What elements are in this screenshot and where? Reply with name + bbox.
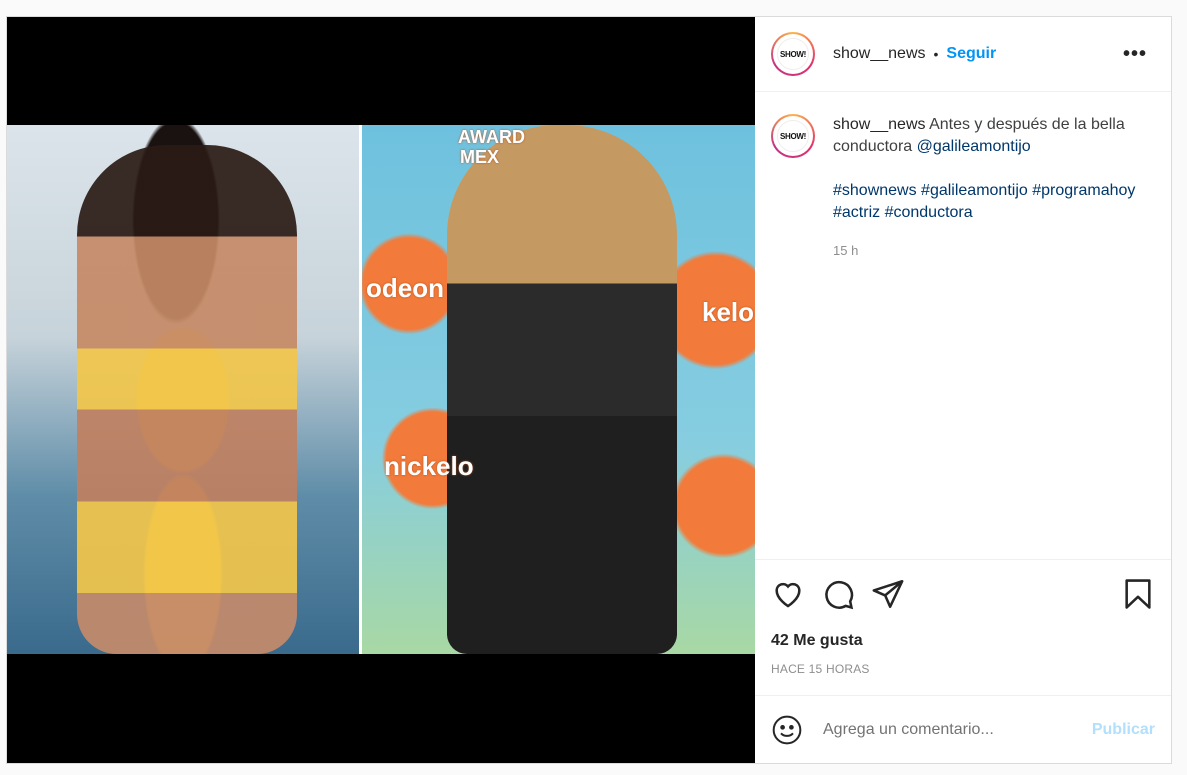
caption-mention[interactable]: @galileamontijo (917, 138, 1031, 155)
post-header: SHOW! show__news • Seguir ••• (755, 17, 1171, 92)
backdrop-logo-text: AWARD (458, 127, 525, 147)
bookmark-icon[interactable] (1121, 577, 1155, 611)
caption-hashtags[interactable]: #shownews #galileamontijo #programahoy #… (833, 180, 1151, 224)
post-card: odeon nickelo kelo AWARD MEX SHOW! show_… (6, 16, 1172, 764)
likes-count[interactable]: 42 Me gusta (771, 632, 1155, 650)
comment-icon[interactable] (821, 577, 855, 611)
avatar[interactable]: SHOW! (771, 32, 815, 76)
backdrop-logo-text: nickelo (384, 451, 474, 481)
post-sidebar: SHOW! show__news • Seguir ••• SHOW! show… (755, 17, 1171, 763)
publish-button[interactable]: Publicar (1092, 721, 1155, 739)
caption-body: show__news Antes y después de la bella c… (833, 114, 1151, 262)
separator-dot: • (933, 46, 939, 62)
username-link[interactable]: show__news (833, 45, 926, 63)
brand-logo: SHOW! (777, 120, 809, 152)
comment-input[interactable] (821, 719, 1092, 740)
caption-time: 15 h (833, 243, 859, 258)
follow-button[interactable]: Seguir (946, 45, 996, 63)
avatar[interactable]: SHOW! (771, 114, 815, 158)
emoji-icon[interactable] (771, 714, 803, 746)
photo-after: odeon nickelo kelo AWARD MEX (362, 125, 755, 654)
more-icon[interactable]: ••• (1123, 43, 1155, 66)
post-media[interactable]: odeon nickelo kelo AWARD MEX (7, 17, 755, 763)
post-timestamp: HACE 15 HORAS (771, 662, 870, 676)
caption-username[interactable]: show__news (833, 116, 926, 133)
post-actions: 42 Me gusta HACE 15 HORAS (755, 559, 1171, 695)
person-figure-after (447, 125, 677, 654)
photo-before (7, 125, 359, 654)
brand-logo: SHOW! (777, 38, 809, 70)
caption: SHOW! show__news Antes y después de la b… (771, 114, 1155, 262)
heart-icon[interactable] (771, 577, 805, 611)
backdrop-logo-text: kelo (702, 297, 755, 327)
backdrop-logo-text: odeon (366, 273, 444, 303)
person-figure-before (77, 145, 297, 654)
add-comment-bar: Publicar (755, 695, 1171, 763)
share-icon[interactable] (871, 577, 905, 611)
comments-area: SHOW! show__news Antes y después de la b… (755, 92, 1171, 559)
backdrop-logo-text: MEX (460, 147, 500, 167)
